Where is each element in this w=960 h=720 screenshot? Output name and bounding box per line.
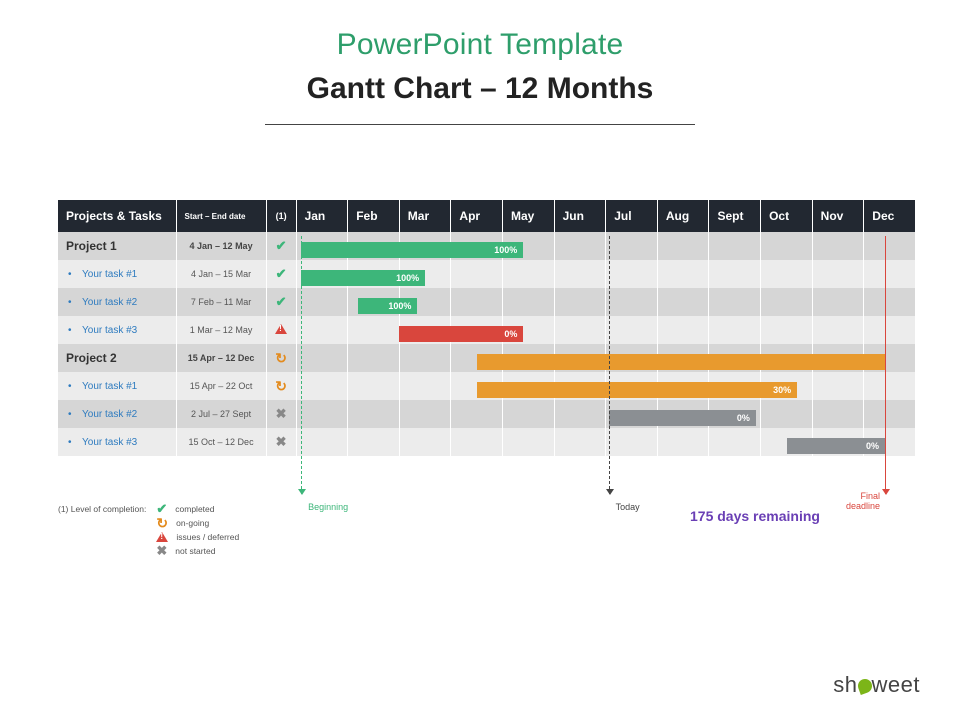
date-range: 15 Oct – 12 Dec [176, 428, 266, 456]
hdr-month: Jan [296, 200, 348, 232]
status-cell: ✔ [266, 260, 296, 288]
date-range: 15 Apr – 22 Oct [176, 372, 266, 400]
legend-item-ongoing: ↻ on-going [156, 516, 239, 530]
gantt-table: Projects & Tasks Start – End date (1) Ja… [58, 200, 916, 456]
task-name: Your task #2 [58, 288, 176, 316]
task-name: Your task #1 [58, 260, 176, 288]
task-row: Your task #27 Feb – 11 Mar ✔ [58, 288, 916, 316]
legend-item-completed: ✔completed [156, 502, 239, 516]
task-row: Your task #31 Mar – 12 May [58, 316, 916, 344]
legend-item-notstarted: ✖ not started [156, 544, 239, 558]
task-name: Your task #1 [58, 372, 176, 400]
check-icon: ✔ [276, 266, 287, 281]
alert-icon [275, 324, 287, 334]
gantt-chart: Projects & Tasks Start – End date (1) Ja… [58, 200, 916, 456]
legend-title: (1) Level of completion: [58, 502, 146, 558]
project-name: Project 1 [58, 232, 176, 260]
status-cell: ✔ [266, 288, 296, 316]
page-title: Gantt Chart – 12 Months [0, 62, 960, 106]
date-range: 4 Jan – 12 May [176, 232, 266, 260]
days-remaining: 175 days remaining [690, 508, 820, 524]
marker-label: Beginning [308, 502, 348, 512]
date-range: 7 Feb – 11 Mar [176, 288, 266, 316]
project-row: Project 215 Apr – 12 Dec ↻ [58, 344, 916, 372]
task-name: Your task #2 [58, 400, 176, 428]
cross-icon: ✖ [276, 434, 287, 449]
cross-icon: ✖ [156, 543, 167, 559]
task-name: Your task #3 [58, 316, 176, 344]
brand-logo: shweet [833, 672, 920, 698]
task-row: Your task #14 Jan – 15 Mar ✔ [58, 260, 916, 288]
task-row: Your task #22 Jul – 27 Sept ✖ [58, 400, 916, 428]
hdr-month: Feb [348, 200, 400, 232]
hdr-month: Sept [709, 200, 761, 232]
task-row: Your task #115 Apr – 22 Oct ↻ [58, 372, 916, 400]
status-cell [266, 316, 296, 344]
hdr-month: Nov [812, 200, 864, 232]
title-rule [265, 124, 695, 125]
task-name: Your task #3 [58, 428, 176, 456]
status-cell: ↻ [266, 344, 296, 372]
hdr-dates: Start – End date [176, 200, 266, 232]
legend-label: completed [175, 504, 214, 514]
status-cell: ✔ [266, 232, 296, 260]
hdr-month: Jul [606, 200, 658, 232]
brand-post: weet [872, 672, 920, 697]
ongoing-icon: ↻ [156, 515, 168, 532]
project-name: Project 2 [58, 344, 176, 372]
legend-label: on-going [176, 518, 209, 528]
date-range: 4 Jan – 15 Mar [176, 260, 266, 288]
check-icon: ✔ [276, 238, 287, 253]
task-row: Your task #315 Oct – 12 Dec ✖ [58, 428, 916, 456]
ongoing-icon: ↻ [275, 350, 287, 367]
status-cell: ✖ [266, 400, 296, 428]
status-cell: ✖ [266, 428, 296, 456]
ongoing-icon: ↻ [275, 378, 287, 395]
hdr-month: Jun [554, 200, 606, 232]
project-row: Project 14 Jan – 12 May ✔ [58, 232, 916, 260]
hdr-month: Aug [657, 200, 709, 232]
hdr-month: Dec [864, 200, 916, 232]
date-range: 2 Jul – 27 Sept [176, 400, 266, 428]
supertitle: PowerPoint Template [0, 0, 960, 62]
legend-label: not started [175, 546, 215, 556]
hdr-month: Oct [761, 200, 813, 232]
legend-label: issues / deferred [176, 532, 239, 542]
hdr-status: (1) [266, 200, 296, 232]
date-range: 1 Mar – 12 May [176, 316, 266, 344]
cross-icon: ✖ [276, 406, 287, 421]
status-cell: ↻ [266, 372, 296, 400]
alert-icon [156, 532, 168, 542]
hdr-projects: Projects & Tasks [58, 200, 176, 232]
check-icon: ✔ [276, 294, 287, 309]
hdr-month: May [503, 200, 555, 232]
hdr-month: Mar [399, 200, 451, 232]
marker-label: Finaldeadline [846, 492, 880, 512]
legend-item-issues: issues / deferred [156, 530, 239, 544]
marker-label: Today [616, 502, 640, 512]
legend: (1) Level of completion: ✔completed ↻ on-… [58, 502, 239, 558]
date-range: 15 Apr – 12 Dec [176, 344, 266, 372]
header-row: Projects & Tasks Start – End date (1) Ja… [58, 200, 916, 232]
brand-pre: sh [833, 672, 857, 697]
hdr-month: Apr [451, 200, 503, 232]
